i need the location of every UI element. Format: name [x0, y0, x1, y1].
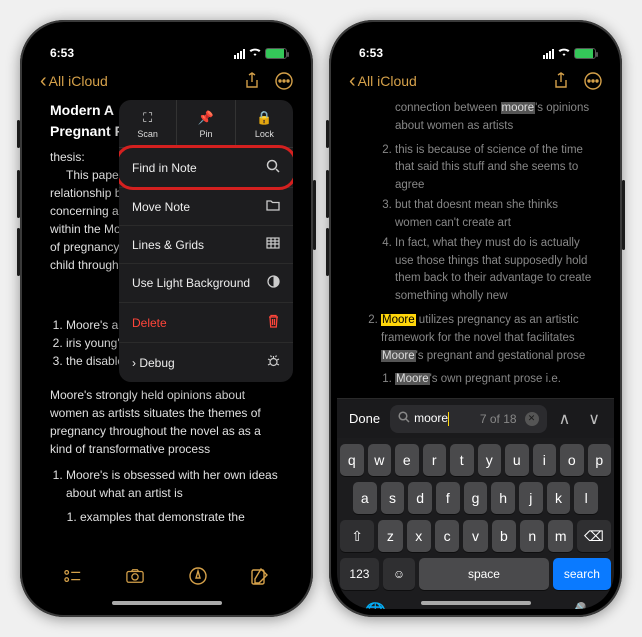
checklist-icon[interactable] — [64, 567, 82, 585]
scan-icon: ⛶ — [119, 110, 176, 126]
done-button[interactable]: Done — [345, 411, 384, 426]
search-input[interactable]: moore 7 of 18 ✕ — [390, 405, 546, 433]
nav-bar: ‹ All iCloud — [28, 62, 305, 100]
notch — [102, 28, 232, 50]
pin-icon: 📌 — [177, 110, 234, 126]
key-123[interactable]: 123 — [340, 558, 379, 590]
lock-icon: 🔒 — [236, 110, 293, 126]
match-counter: 7 of 18 — [480, 412, 517, 426]
sheet-move-note[interactable]: Move Note — [119, 188, 293, 226]
bug-icon — [267, 354, 280, 371]
sheet-debug[interactable]: › Debug — [119, 343, 293, 382]
status-time: 6:53 — [50, 46, 74, 60]
key-r[interactable]: r — [423, 444, 447, 476]
compose-icon[interactable] — [251, 567, 269, 585]
bottom-toolbar — [28, 555, 305, 597]
search-icon — [398, 411, 410, 426]
sheet-scan[interactable]: ⛶ Scan — [119, 100, 177, 147]
kbd-row-3: ⇧ z x c v b n m ⌫ — [340, 520, 611, 552]
kbd-row-4: 123 ☺ space search — [340, 558, 611, 590]
key-s[interactable]: s — [381, 482, 405, 514]
key-v[interactable]: v — [463, 520, 487, 552]
wifi-icon — [248, 47, 262, 60]
sheet-light-bg[interactable]: Use Light Background — [119, 264, 293, 303]
markup-icon[interactable] — [189, 567, 207, 585]
battery-icon — [265, 48, 287, 59]
signal-icon — [234, 49, 245, 59]
prev-match[interactable]: ∧ — [553, 409, 577, 429]
sheet-lock[interactable]: 🔒 Lock — [236, 100, 293, 147]
key-shift[interactable]: ⇧ — [340, 520, 374, 552]
key-w[interactable]: w — [368, 444, 392, 476]
status-time: 6:53 — [359, 46, 383, 60]
key-h[interactable]: h — [491, 482, 515, 514]
key-n[interactable]: n — [520, 520, 544, 552]
key-e[interactable]: e — [395, 444, 419, 476]
battery-icon — [574, 48, 596, 59]
sheet-pin[interactable]: 📌 Pin — [177, 100, 235, 147]
key-z[interactable]: z — [378, 520, 402, 552]
key-c[interactable]: c — [435, 520, 459, 552]
globe-icon[interactable]: 🌐 — [364, 602, 386, 609]
note-content-search: connection between moore's opinions abou… — [337, 100, 614, 389]
key-search[interactable]: search — [553, 558, 611, 590]
key-a[interactable]: a — [353, 482, 377, 514]
key-i[interactable]: i — [533, 444, 557, 476]
key-k[interactable]: k — [547, 482, 571, 514]
key-space[interactable]: space — [419, 558, 549, 590]
more-icon[interactable] — [584, 72, 602, 90]
key-t[interactable]: t — [450, 444, 474, 476]
sheet-lines-grids[interactable]: Lines & Grids — [119, 226, 293, 264]
folder-icon — [266, 199, 280, 214]
key-g[interactable]: g — [464, 482, 488, 514]
key-b[interactable]: b — [492, 520, 516, 552]
key-l[interactable]: l — [574, 482, 598, 514]
keyboard: q w e r t y u i o p a s d f g h j k l — [337, 438, 614, 609]
wifi-icon — [557, 47, 571, 60]
clear-icon[interactable]: ✕ — [525, 412, 539, 426]
ordered-list-2: Moore's is obsessed with her own ideas a… — [50, 466, 283, 526]
back-button[interactable]: ‹ All iCloud — [40, 73, 108, 89]
home-indicator — [112, 601, 222, 605]
key-backspace[interactable]: ⌫ — [577, 520, 611, 552]
key-y[interactable]: y — [478, 444, 502, 476]
key-u[interactable]: u — [505, 444, 529, 476]
key-x[interactable]: x — [407, 520, 431, 552]
key-f[interactable]: f — [436, 482, 460, 514]
kbd-row-1: q w e r t y u i o p — [340, 444, 611, 476]
key-m[interactable]: m — [548, 520, 572, 552]
notch — [411, 28, 541, 50]
key-j[interactable]: j — [519, 482, 543, 514]
search-icon — [266, 159, 280, 176]
more-icon[interactable] — [275, 72, 293, 90]
mic-icon[interactable]: 🎤 — [565, 602, 587, 609]
search-query: moore — [414, 411, 449, 426]
phone-right: 6:53 ‹ All iCloud — [329, 20, 622, 617]
signal-icon — [543, 49, 554, 59]
trash-icon — [267, 314, 280, 331]
key-p[interactable]: p — [588, 444, 612, 476]
key-d[interactable]: d — [408, 482, 432, 514]
sheet-find-in-note[interactable]: Find in Note — [119, 148, 293, 188]
key-emoji[interactable]: ☺ — [383, 558, 415, 590]
share-icon[interactable] — [243, 72, 261, 90]
home-indicator — [421, 601, 531, 605]
contrast-icon — [267, 275, 280, 291]
share-icon[interactable] — [552, 72, 570, 90]
key-o[interactable]: o — [560, 444, 584, 476]
grid-icon — [266, 237, 280, 252]
find-bar: Done moore 7 of 18 ✕ ∧ ∨ — [337, 398, 614, 438]
nav-bar: ‹ All iCloud — [337, 62, 614, 100]
phone-left: 6:53 ‹ All iCloud — [20, 20, 313, 617]
back-button[interactable]: ‹ All iCloud — [349, 73, 417, 89]
camera-icon[interactable] — [126, 567, 144, 585]
action-sheet: ⛶ Scan 📌 Pin 🔒 Lock Find in Note — [119, 100, 293, 382]
next-match[interactable]: ∨ — [582, 409, 606, 429]
key-q[interactable]: q — [340, 444, 364, 476]
kbd-row-2: a s d f g h j k l — [340, 482, 611, 514]
sheet-delete[interactable]: Delete — [119, 303, 293, 343]
